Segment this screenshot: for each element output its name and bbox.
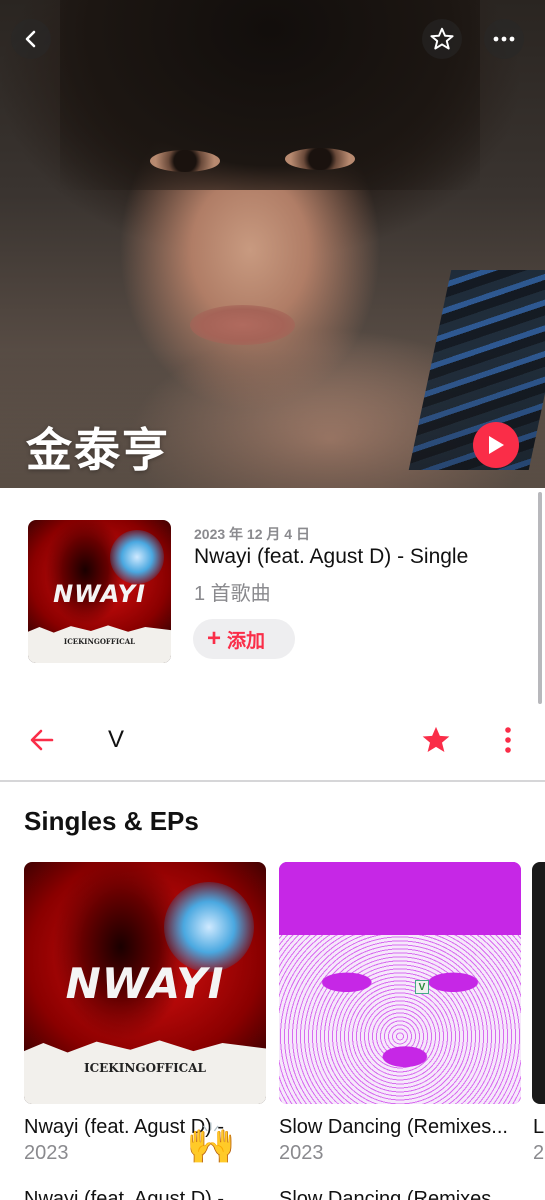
artwork-signature: ICEKINGOFFICAL	[63, 636, 136, 646]
favorite-button[interactable]	[422, 19, 462, 59]
more-options-button[interactable]	[484, 19, 524, 59]
back-arrow-button[interactable]	[28, 726, 56, 759]
star-outline-icon	[430, 27, 454, 50]
artwork-word: NWAYI	[53, 580, 146, 609]
flower-art	[110, 530, 164, 584]
single-card-year: 2	[533, 1142, 545, 1164]
section-title-singles[interactable]: Singles & EPs	[24, 806, 199, 837]
release-track-count: 1 首歌曲	[194, 583, 271, 605]
release-date: 2023 年 12 月 4 日	[194, 526, 310, 542]
pixel-art-face	[279, 934, 521, 1104]
artwork-signature: ICEKINGOFFICAL	[84, 1060, 206, 1075]
single-card-artwork[interactable]	[532, 862, 545, 1104]
release-title[interactable]: Nwayi (feat. Agust D) - Single	[194, 545, 468, 569]
action-bar-title: V	[108, 726, 125, 753]
add-button-label: 添加	[227, 630, 266, 652]
more-vertical-button[interactable]	[498, 724, 518, 761]
latest-release-artwork[interactable]: NWAYI ICEKINGOFFICAL	[28, 520, 171, 663]
cut-off-list-text: Nwayi (feat. Agust D) -	[24, 1188, 225, 1200]
scrollbar[interactable]	[538, 492, 542, 704]
add-button[interactable]: + 添加	[193, 619, 295, 659]
single-card-artwork[interactable]: V	[279, 862, 521, 1104]
v-logo-icon: V	[415, 980, 429, 994]
hero-photo-eye-left	[150, 150, 220, 172]
single-card-year: 2023	[279, 1142, 324, 1164]
artist-action-bar: V	[0, 708, 545, 782]
star-filled-icon	[422, 726, 450, 752]
chevron-left-icon	[25, 30, 36, 48]
raised-hands-emoji: 🙌	[186, 1122, 236, 1166]
single-card-year: 2023	[24, 1142, 69, 1164]
artist-name: 金泰亨	[26, 424, 170, 476]
back-button[interactable]	[11, 19, 51, 59]
play-icon	[489, 436, 504, 454]
hero-photo-eye-right	[285, 148, 355, 170]
hero-photo-lips	[190, 305, 295, 345]
single-card-title[interactable]: Slow Dancing (Remixes...	[279, 1116, 521, 1139]
cut-off-list-text: Slow Dancing (Remixes...	[279, 1188, 508, 1200]
favorite-star-button[interactable]	[420, 724, 452, 761]
hero-photo-hair	[60, 0, 480, 190]
play-button[interactable]	[473, 422, 519, 468]
ellipsis-icon	[493, 36, 515, 42]
single-card-artwork[interactable]: NWAYI ICEKINGOFFICAL	[24, 862, 266, 1104]
vertical-ellipsis-icon	[505, 727, 511, 753]
arrow-left-icon	[30, 729, 54, 751]
artwork-word: NWAYI	[65, 958, 225, 1008]
plus-icon: +	[207, 625, 222, 652]
single-card-title[interactable]: L	[533, 1116, 545, 1139]
